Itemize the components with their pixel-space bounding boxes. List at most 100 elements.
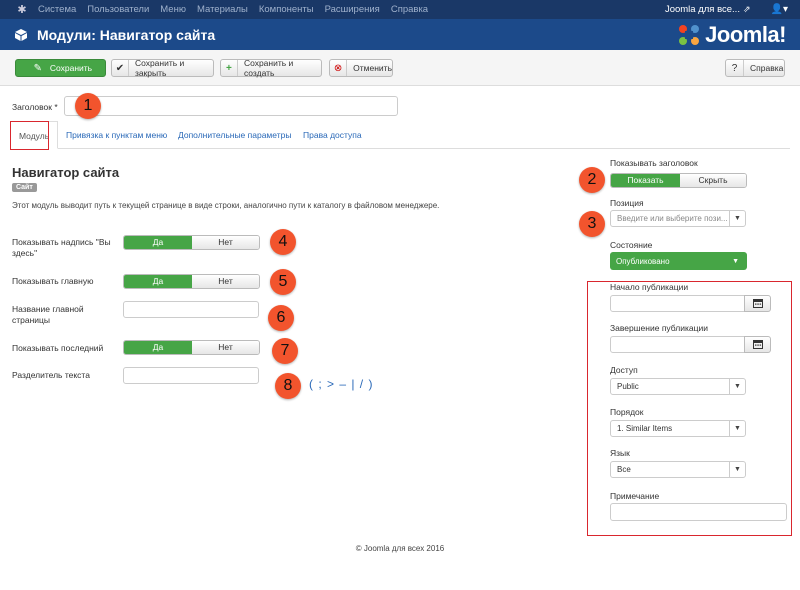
access-label: Доступ	[610, 365, 638, 375]
help-label: Справка	[750, 63, 784, 73]
tab-advanced[interactable]: Дополнительные параметры	[178, 121, 291, 149]
marker-5: 5	[270, 269, 296, 295]
marker-3: 3	[579, 211, 605, 237]
save-close-label: Сохранить и закрыть	[134, 58, 185, 78]
separator-hint: ( ; > – | / )	[309, 377, 374, 391]
page-header: Модули: Навигатор сайта Joomla!	[0, 19, 800, 50]
site-badge: Сайт	[12, 183, 37, 192]
separator-label: Разделитель текста	[12, 370, 90, 380]
module-title: Навигатор сайта	[12, 165, 120, 180]
show-last-toggle[interactable]: Да Нет	[123, 340, 260, 355]
menu-system[interactable]: Система	[38, 4, 76, 15]
marker-8: 8	[275, 373, 301, 399]
menu-components[interactable]: Компоненты	[259, 4, 314, 15]
position-select[interactable]: Введите или выберите пози... ▼	[610, 210, 746, 227]
show-home-toggle[interactable]: Да Нет	[123, 274, 260, 289]
save-button[interactable]: ✎ Сохранить	[15, 59, 106, 77]
module-description: Этот модуль выводит путь к текущей стран…	[12, 201, 440, 210]
yes-option[interactable]: Да	[124, 341, 192, 354]
yes-option[interactable]: Да	[124, 236, 192, 249]
show-home-label: Показывать главную	[12, 276, 94, 286]
show-option[interactable]: Показать	[611, 174, 680, 187]
plus-icon: +	[221, 60, 238, 76]
show-title-toggle[interactable]: Показать Скрыть	[610, 173, 747, 188]
title-input[interactable]	[64, 96, 398, 116]
hide-option[interactable]: Скрыть	[680, 174, 746, 187]
language-value: Все	[617, 465, 631, 474]
home-name-input[interactable]	[123, 301, 259, 318]
no-option[interactable]: Нет	[192, 341, 259, 354]
joomla-logo-icon[interactable]: ✱	[14, 2, 30, 18]
menu-menus[interactable]: Меню	[160, 4, 186, 15]
tab-highlight-frame	[10, 121, 49, 150]
show-here-toggle[interactable]: Да Нет	[123, 235, 260, 250]
page-title: Модули: Навигатор сайта	[37, 26, 216, 43]
caret-down-icon: ▼	[729, 462, 745, 477]
cancel-button[interactable]: ⊗ Отменить	[329, 59, 393, 77]
save-close-button[interactable]: ✔ Сохранить и закрыть	[111, 58, 214, 78]
help-button[interactable]: ? Справка	[725, 59, 785, 77]
state-label: Состояние	[610, 240, 653, 250]
caret-down-icon: ▼	[732, 257, 739, 265]
no-option[interactable]: Нет	[192, 275, 259, 288]
site-name-link[interactable]: Joomla для все...	[665, 4, 740, 15]
access-value: Public	[617, 382, 639, 391]
cube-icon	[15, 28, 27, 41]
cancel-icon: ⊗	[330, 60, 348, 76]
menu-extensions[interactable]: Расширения	[325, 4, 380, 15]
save-new-button[interactable]: + Сохранить и создать	[220, 58, 322, 78]
tab-permissions[interactable]: Права доступа	[303, 121, 362, 149]
access-select[interactable]: Public ▼	[610, 378, 746, 395]
calendar-icon	[752, 340, 763, 349]
calendar-button[interactable]	[744, 336, 771, 353]
show-title-label: Показывать заголовок	[610, 158, 698, 168]
ordering-select[interactable]: 1. Similar Items ▼	[610, 420, 746, 437]
language-select[interactable]: Все ▼	[610, 461, 746, 478]
brand-text: Joomla!	[705, 22, 786, 47]
joomla-brand-icon	[679, 25, 700, 45]
top-navbar: ✱ Система Пользователи Меню Материалы Ко…	[0, 0, 800, 19]
ordering-value: 1. Similar Items	[617, 424, 673, 433]
caret-down-icon: ▼	[729, 211, 745, 226]
note-label: Примечание	[610, 491, 660, 501]
separator-input[interactable]	[123, 367, 259, 384]
footer-copyright: © Joomla для всех 2016	[355, 544, 445, 553]
calendar-icon	[752, 299, 763, 308]
publish-down-label: Завершение публикации	[610, 323, 708, 333]
home-name-label: Название главной страницы	[12, 304, 84, 325]
show-last-label: Показывать последний	[12, 343, 104, 353]
publish-up-input[interactable]	[610, 295, 745, 312]
menu-users[interactable]: Пользователи	[87, 4, 149, 15]
marker-1: 1	[75, 93, 101, 119]
state-select[interactable]: Опубликовано ▼	[610, 252, 747, 270]
save-button-label: Сохранить	[49, 63, 93, 73]
marker-4: 4	[270, 229, 296, 255]
note-input[interactable]	[610, 503, 787, 521]
marker-2: 2	[579, 167, 605, 193]
menu-help[interactable]: Справка	[391, 4, 428, 15]
caret-down-icon: ▼	[729, 421, 745, 436]
language-label: Язык	[610, 448, 630, 458]
site-link-group: Joomla для все... ⇗ 👤▾	[665, 0, 788, 19]
tab-menu-assignment[interactable]: Привязка к пунктам меню	[66, 121, 167, 149]
calendar-button[interactable]	[744, 295, 771, 312]
external-link-icon[interactable]: ⇗	[743, 4, 751, 15]
no-option[interactable]: Нет	[192, 236, 259, 249]
marker-7: 7	[272, 338, 298, 364]
publish-up-label: Начало публикации	[610, 282, 689, 292]
ordering-label: Порядок	[610, 407, 644, 417]
edit-icon: ✎	[33, 62, 43, 74]
show-here-label: Показывать надпись "Вы здесь"	[12, 237, 111, 258]
question-icon: ?	[726, 60, 744, 76]
save-new-label: Сохранить и создать	[243, 58, 294, 78]
tab-bar: Модуль Привязка к пунктам меню Дополните…	[10, 121, 790, 149]
joomla-brand: Joomla!	[677, 22, 786, 48]
menu-content[interactable]: Материалы	[197, 4, 248, 15]
yes-option[interactable]: Да	[124, 275, 192, 288]
marker-6: 6	[268, 305, 294, 331]
title-label: Заголовок *	[12, 102, 58, 112]
user-icon[interactable]: 👤▾	[771, 4, 788, 15]
state-value: Опубликовано	[616, 256, 670, 266]
check-icon: ✔	[112, 60, 129, 76]
publish-down-input[interactable]	[610, 336, 745, 353]
